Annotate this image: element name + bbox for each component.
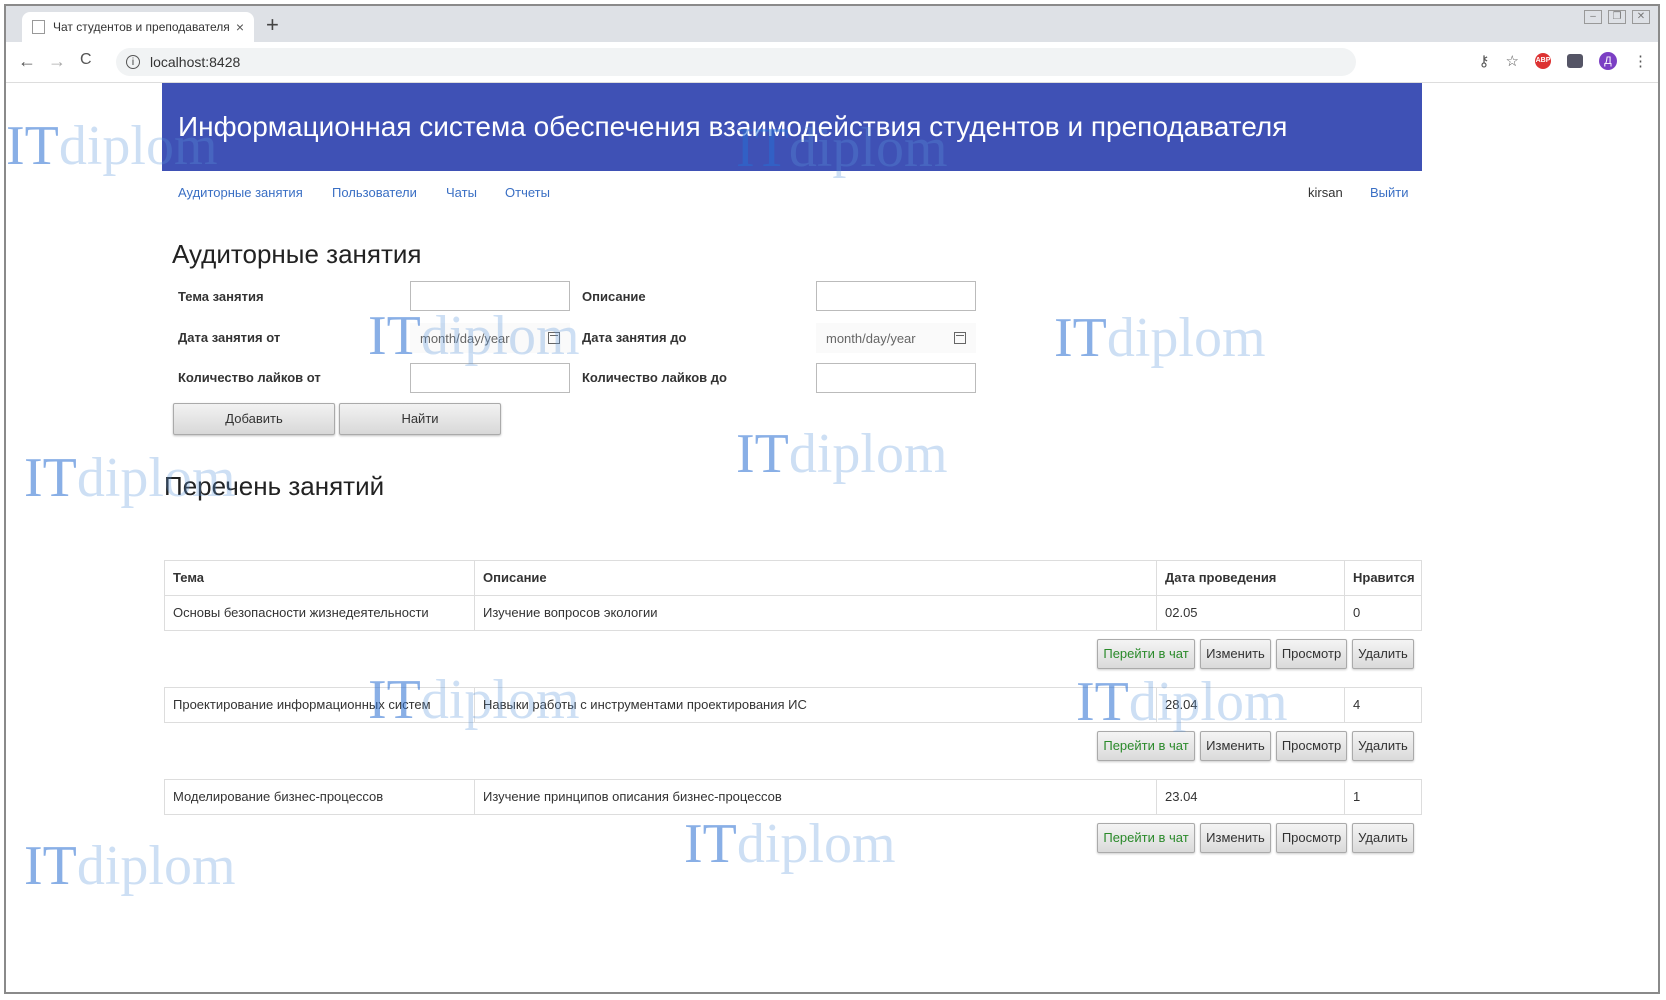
- restore-icon[interactable]: ❐: [1608, 10, 1626, 24]
- date-to-label: Дата занятия до: [582, 330, 687, 345]
- date-to-input[interactable]: month/day/year: [816, 323, 976, 353]
- likes-from-label: Количество лайков от: [178, 370, 321, 385]
- new-tab-button[interactable]: +: [266, 14, 279, 36]
- logout-link[interactable]: Выйти: [1370, 185, 1409, 200]
- site-info-icon[interactable]: i: [126, 55, 140, 69]
- nav-link-users[interactable]: Пользователи: [332, 185, 417, 200]
- table-row: Основы безопасности жизнедеятельности Из…: [164, 595, 1422, 631]
- topic-input[interactable]: [410, 281, 570, 311]
- row-topic: Основы безопасности жизнедеятельности: [165, 596, 475, 630]
- row-likes: 1: [1353, 789, 1361, 804]
- nav-link-chats[interactable]: Чаты: [446, 185, 477, 200]
- page-content: Информационная система обеспечения взаим…: [6, 83, 1658, 992]
- close-window-icon[interactable]: ✕: [1632, 10, 1650, 24]
- likes-to-label: Количество лайков до: [582, 370, 727, 385]
- delete-button[interactable]: Удалить: [1352, 639, 1414, 669]
- calendar-icon[interactable]: [954, 332, 966, 344]
- extension-icon[interactable]: [1567, 54, 1583, 68]
- toolbar-icons: ⚷ ☆ ABP Д ⋮: [1479, 52, 1648, 70]
- forward-arrow-icon[interactable]: →: [48, 51, 66, 72]
- page-title: Аудиторные занятия: [172, 239, 422, 269]
- row-description: Изучение вопросов экологии: [475, 596, 1157, 630]
- view-button[interactable]: Просмотр: [1276, 731, 1347, 761]
- app-header-banner: Информационная система обеспечения взаим…: [162, 83, 1422, 171]
- table-header: Тема Описание Дата проведения Нравится: [164, 560, 1422, 596]
- tab-close-icon[interactable]: ×: [236, 19, 244, 35]
- edit-button[interactable]: Изменить: [1200, 731, 1271, 761]
- go-to-chat-button[interactable]: Перейти в чат: [1097, 823, 1195, 853]
- row-likes: 0: [1353, 605, 1361, 620]
- view-button[interactable]: Просмотр: [1276, 639, 1347, 669]
- adblock-icon[interactable]: ABP: [1535, 53, 1551, 69]
- row-topic: Моделирование бизнес-процессов: [165, 780, 475, 814]
- delete-button[interactable]: Удалить: [1352, 731, 1414, 761]
- nav-link-reports[interactable]: Отчеты: [505, 185, 550, 200]
- row-description: Навыки работы с инструментами проектиров…: [475, 688, 1157, 722]
- table-row: Проектирование информационных систем Нав…: [164, 687, 1422, 723]
- go-to-chat-button[interactable]: Перейти в чат: [1097, 731, 1195, 761]
- browser-tab[interactable]: Чат студентов и преподавателя ×: [22, 12, 254, 42]
- tab-strip: Чат студентов и преподавателя × + – ❐ ✕: [6, 6, 1658, 42]
- description-input[interactable]: [816, 281, 976, 311]
- column-header-topic: Тема: [165, 561, 475, 595]
- row-likes: 4: [1353, 697, 1361, 712]
- calendar-icon[interactable]: [548, 332, 560, 344]
- key-icon[interactable]: ⚷: [1479, 52, 1490, 70]
- address-bar[interactable]: i localhost:8428: [116, 48, 1356, 76]
- tab-title: Чат студентов и преподавателя: [53, 20, 230, 34]
- delete-button[interactable]: Удалить: [1352, 823, 1414, 853]
- find-button[interactable]: Найти: [339, 403, 501, 435]
- add-button[interactable]: Добавить: [173, 403, 335, 435]
- url-text: localhost:8428: [150, 54, 241, 70]
- description-label: Описание: [582, 289, 646, 304]
- view-button[interactable]: Просмотр: [1276, 823, 1347, 853]
- browser-menu-icon[interactable]: ⋮: [1633, 52, 1648, 70]
- minimize-icon[interactable]: –: [1584, 10, 1602, 24]
- column-header-description: Описание: [475, 561, 1157, 595]
- browser-window: Чат студентов и преподавателя × + – ❐ ✕ …: [4, 4, 1660, 994]
- go-to-chat-button[interactable]: Перейти в чат: [1097, 639, 1195, 669]
- profile-avatar[interactable]: Д: [1599, 52, 1617, 70]
- topic-label: Тема занятия: [178, 289, 264, 304]
- date-from-placeholder: month/day/year: [420, 330, 510, 346]
- edit-button[interactable]: Изменить: [1200, 639, 1271, 669]
- row-date: 28.04: [1157, 688, 1345, 722]
- window-controls: – ❐ ✕: [1584, 10, 1650, 24]
- likes-from-input[interactable]: [410, 363, 570, 393]
- date-from-input[interactable]: month/day/year: [410, 323, 570, 353]
- column-header-likes: Нравится: [1353, 570, 1415, 585]
- lessons-list-title: Перечень занятий: [164, 471, 385, 501]
- row-date: 02.05: [1157, 596, 1345, 630]
- likes-to-input[interactable]: [816, 363, 976, 393]
- row-description: Изучение принципов описания бизнес-проце…: [475, 780, 1157, 814]
- date-from-label: Дата занятия от: [178, 330, 281, 345]
- bookmark-star-icon[interactable]: ☆: [1506, 52, 1519, 70]
- nav-link-lessons[interactable]: Аудиторные занятия: [178, 185, 303, 200]
- date-to-placeholder: month/day/year: [826, 330, 916, 346]
- edit-button[interactable]: Изменить: [1200, 823, 1271, 853]
- table-row: Моделирование бизнес-процессов Изучение …: [164, 779, 1422, 815]
- page-favicon-icon: [32, 20, 45, 34]
- current-username: kirsan: [1308, 185, 1343, 200]
- browser-toolbar: ← → C i localhost:8428 ⚷ ☆ ABP Д ⋮: [6, 42, 1658, 83]
- row-date: 23.04: [1157, 780, 1345, 814]
- reload-icon[interactable]: C: [80, 51, 92, 69]
- row-topic: Проектирование информационных систем: [165, 688, 475, 722]
- column-header-date: Дата проведения: [1157, 561, 1345, 595]
- back-arrow-icon[interactable]: ←: [18, 51, 36, 72]
